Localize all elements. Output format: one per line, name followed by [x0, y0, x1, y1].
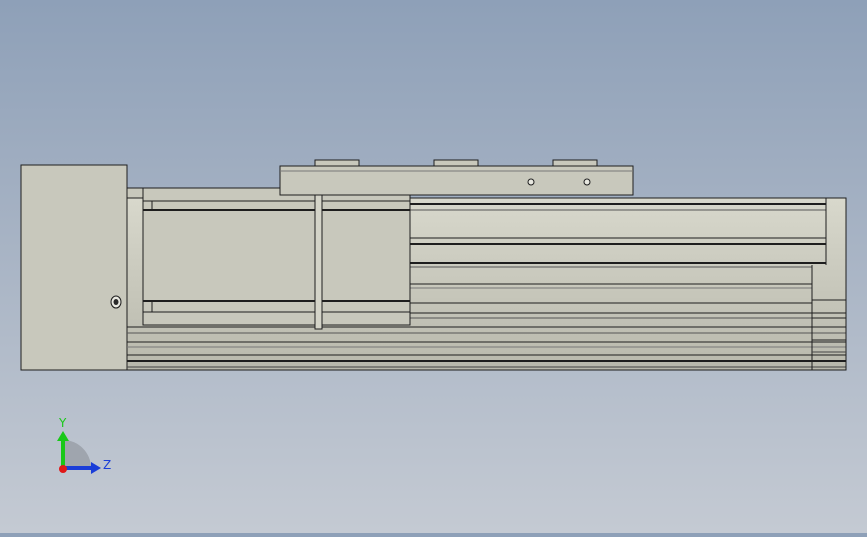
triad-quadrant — [63, 440, 91, 468]
z-axis-label: Z — [103, 458, 111, 472]
x-axis-dot — [59, 465, 67, 473]
slide-table[interactable] — [279, 159, 634, 196]
carriage[interactable] — [142, 187, 411, 326]
cad-viewport[interactable]: Y Z — [0, 0, 867, 533]
y-axis-label: Y — [58, 416, 67, 430]
motor-screw — [110, 295, 122, 309]
y-axis-arrowhead — [57, 431, 69, 441]
cad-model-canvas[interactable]: Y Z — [0, 0, 867, 533]
z-axis-arrowhead — [91, 462, 101, 474]
motor-block[interactable] — [20, 164, 128, 371]
carriage-plate — [314, 181, 323, 330]
orientation-triad: Y Z — [57, 416, 111, 474]
